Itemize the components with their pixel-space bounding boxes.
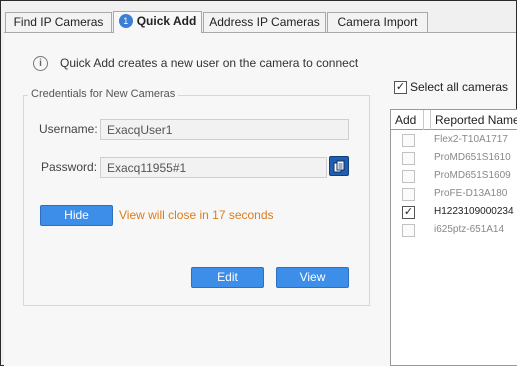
table-header: Add Reported Name <box>391 110 517 130</box>
row-reported-name: Flex2-T10A1717 <box>434 134 508 145</box>
row-add-checkbox[interactable] <box>402 223 415 237</box>
row-reported-name: i625ptz-651A14 <box>434 224 505 235</box>
copy-password-button[interactable] <box>329 156 349 176</box>
tab-quick-add[interactable]: 1 Quick Add <box>113 11 202 33</box>
countdown-text: View will close in 17 seconds <box>119 208 274 222</box>
select-all-cameras[interactable]: ✓ Select all cameras <box>394 80 508 94</box>
row-checkbox-cell <box>391 131 426 149</box>
column-header-reported-name[interactable]: Reported Name <box>430 110 517 130</box>
row-checkbox-cell <box>391 149 426 167</box>
tab-label: Camera Import <box>337 15 418 29</box>
camera-list-table: Add Reported Name Flex2-T10A1717 ProMD651… <box>390 109 517 366</box>
row-reported-name: H1223109000234 <box>434 206 514 217</box>
row-add-checkbox[interactable] <box>402 169 415 183</box>
info-message: i Quick Add creates a new user on the ca… <box>33 55 358 71</box>
info-icon: i <box>33 55 48 71</box>
credentials-group-title: Credentials for New Cameras <box>28 88 179 100</box>
row-add-checkbox[interactable] <box>402 151 415 165</box>
row-checkbox-cell <box>391 185 426 203</box>
tab-label: Quick Add <box>136 14 197 28</box>
row-add-checkbox[interactable]: ✓ <box>402 205 415 219</box>
table-row[interactable]: Flex2-T10A1717 <box>391 131 517 149</box>
row-reported-name: ProMD651S1609 <box>434 170 511 181</box>
table-row[interactable]: ProFE-D13A180 <box>391 185 517 203</box>
select-all-checkbox[interactable]: ✓ <box>394 80 407 94</box>
hide-button[interactable]: Hide <box>40 205 113 226</box>
tab-find-ip-cameras[interactable]: Find IP Cameras <box>5 12 112 32</box>
select-all-label: Select all cameras <box>410 80 509 94</box>
row-checkbox-cell: ✓ <box>391 203 426 221</box>
tab-count-badge: 1 <box>118 14 133 28</box>
table-row[interactable]: ProMD651S1609 <box>391 167 517 185</box>
edit-button[interactable]: Edit <box>191 267 264 288</box>
row-add-checkbox[interactable] <box>402 187 415 201</box>
row-reported-name: ProMD651S1610 <box>434 152 511 163</box>
table-row[interactable]: i625ptz-651A14 <box>391 221 517 239</box>
username-label: Username: <box>39 122 98 136</box>
tab-address-ip-cameras[interactable]: Address IP Cameras <box>203 12 326 32</box>
column-header-add[interactable]: Add <box>391 110 424 130</box>
password-label: Password: <box>41 160 98 174</box>
row-checkbox-cell <box>391 221 426 239</box>
info-text: Quick Add creates a new user on the came… <box>60 56 359 70</box>
row-checkbox-cell <box>391 167 426 185</box>
table-row[interactable]: ProMD651S1610 <box>391 149 517 167</box>
tab-label: Address IP Cameras <box>209 15 320 29</box>
row-add-checkbox[interactable] <box>402 133 415 147</box>
copy-icon <box>333 160 345 172</box>
row-reported-name: ProFE-D13A180 <box>434 188 508 199</box>
tab-label: Find IP Cameras <box>13 15 104 29</box>
tab-camera-import[interactable]: Camera Import <box>327 12 428 32</box>
username-field[interactable] <box>100 119 349 140</box>
password-field[interactable] <box>100 157 327 178</box>
view-button[interactable]: View <box>276 267 349 288</box>
table-row[interactable]: ✓ H1223109000234 <box>391 203 517 221</box>
